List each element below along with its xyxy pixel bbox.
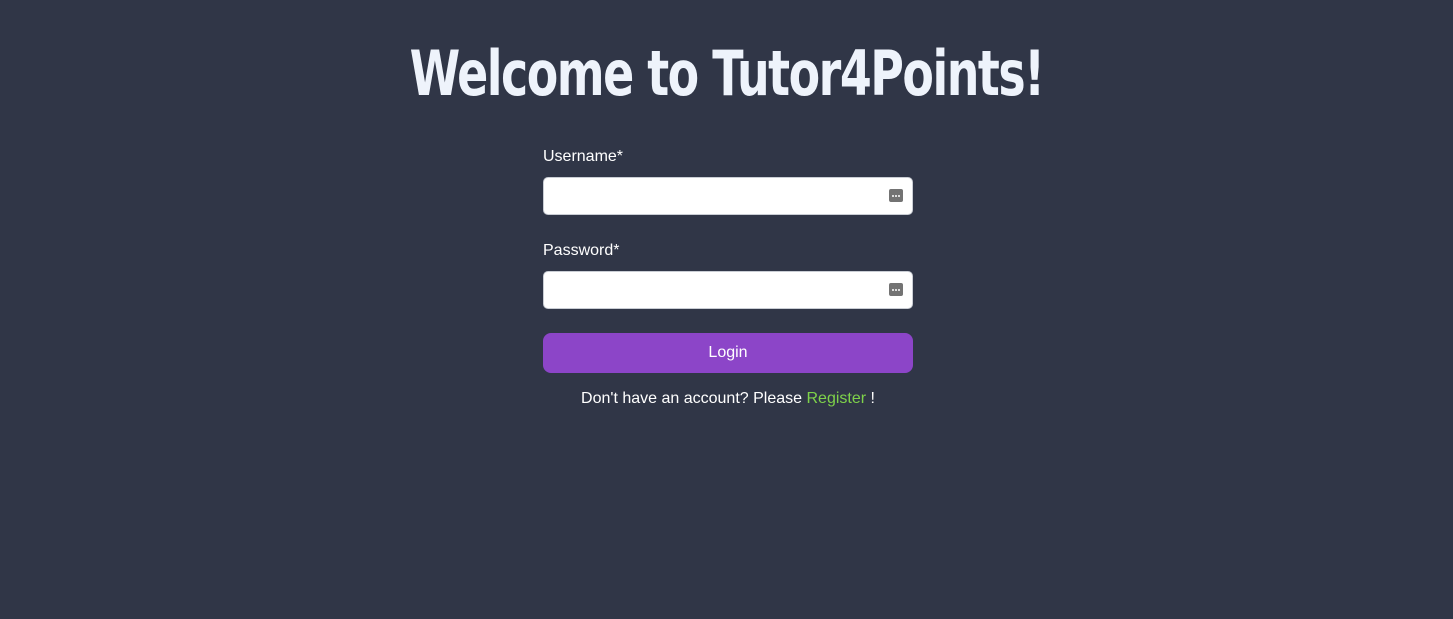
login-form: Username* Password* Login Don't have an … — [543, 145, 913, 411]
password-manager-icon[interactable] — [889, 283, 903, 296]
register-prompt: Don't have an account? Please Register ! — [543, 387, 913, 411]
password-input[interactable] — [543, 271, 913, 309]
password-label: Password* — [543, 242, 620, 259]
login-button[interactable]: Login — [543, 333, 913, 373]
password-manager-icon[interactable] — [889, 189, 903, 202]
username-field-wrapper — [543, 177, 913, 215]
register-prompt-text: Don't have an account? Please — [581, 390, 807, 407]
password-field-wrapper — [543, 271, 913, 309]
page-title: Welcome to Tutor4Points! — [409, 37, 1045, 110]
username-input[interactable] — [543, 177, 913, 215]
register-prompt-suffix: ! — [866, 390, 875, 407]
register-link[interactable]: Register — [806, 390, 866, 407]
login-page: Welcome to Tutor4Points! Username* Passw… — [0, 0, 1453, 619]
username-label: Username* — [543, 148, 624, 165]
